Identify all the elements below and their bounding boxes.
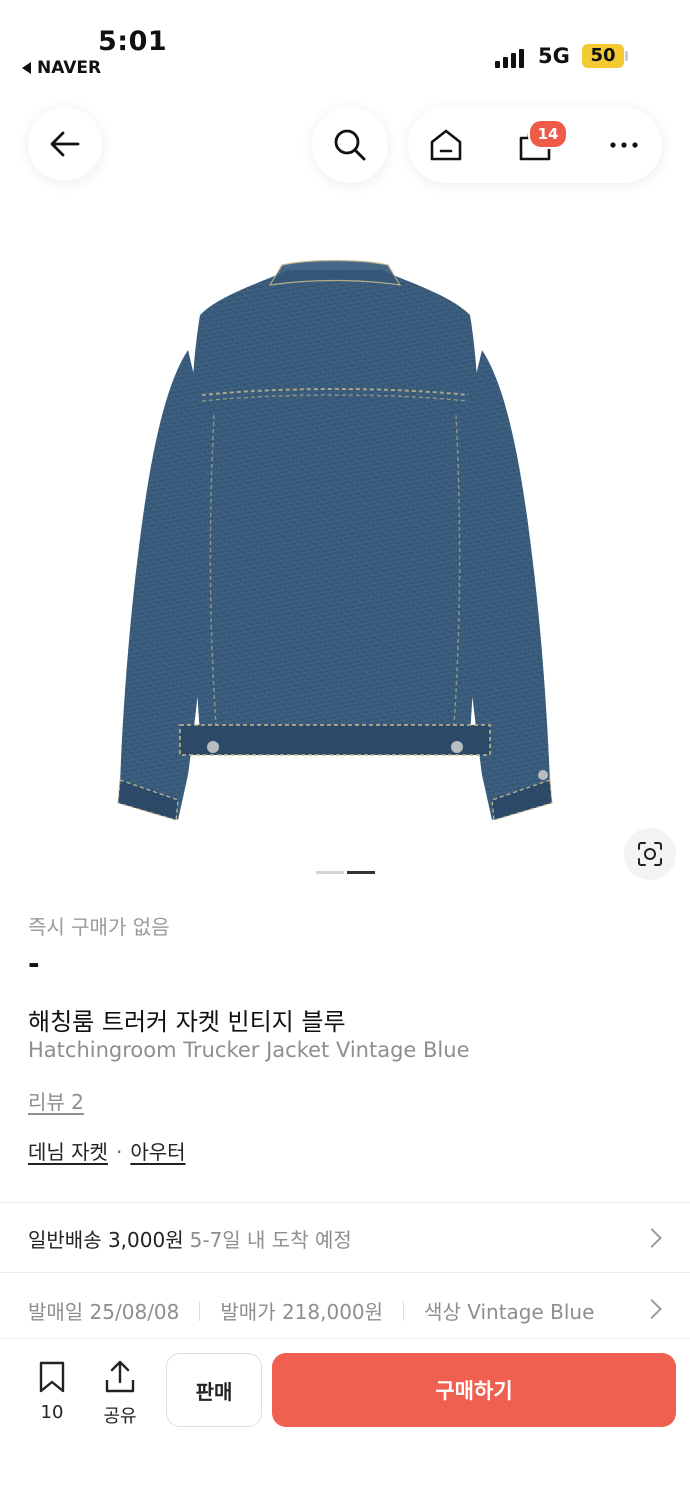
more-button[interactable] [586,107,662,183]
chevron-right-icon [642,1299,662,1319]
share-label: 공유 [103,1406,137,1427]
bookmark-button[interactable]: 10 [30,1360,74,1423]
shipping-label: 일반배송 3,000원 [28,1228,184,1252]
instant-buy-label: 즉시 구매가 없음 [28,915,170,939]
lens-icon [638,842,662,866]
more-icon [610,142,638,148]
status-time: 5:01 [98,26,168,57]
category-breadcrumb: 데님 자켓 · 아우터 [28,1136,186,1165]
product-color: 색상 Vintage Blue [424,1300,595,1324]
release-date: 발매일 25/08/08 [28,1300,180,1324]
image-search-button[interactable] [624,828,676,880]
home-icon [430,129,462,161]
back-arrow-icon [50,131,80,157]
category-separator: · [115,1140,123,1164]
chevron-right-icon [642,1228,662,1248]
back-app-label: NAVER [37,58,102,78]
share-icon [105,1360,135,1393]
meta-separator [199,1300,201,1321]
signal-icon [495,48,524,68]
battery-icon: 50 [582,44,624,68]
search-button[interactable] [312,107,388,183]
buy-button[interactable]: 구매하기 [272,1353,676,1427]
back-to-app-link[interactable]: NAVER [22,58,101,78]
product-meta-row[interactable]: 발매일 25/08/08 발매가 218,000원 색상 Vintage Blu… [28,1296,594,1325]
share-button[interactable]: 공유 [98,1360,142,1428]
meta-separator [403,1300,405,1321]
divider [0,1202,690,1203]
category-link-outer[interactable]: 아우터 [130,1140,185,1164]
price-value: - [28,947,40,980]
product-image[interactable] [110,255,560,830]
bookmark-count: 10 [40,1402,64,1423]
pager-dot-active [347,871,375,874]
battery-tip [625,51,628,61]
image-pager [316,871,375,874]
back-triangle-icon [22,62,31,74]
release-price: 발매가 218,000원 [220,1300,384,1324]
cart-count-badge: 14 [528,119,568,149]
review-link[interactable]: 리뷰 2 [28,1086,84,1115]
category-link-denim-jacket[interactable]: 데님 자켓 [28,1140,108,1164]
product-title-en: Hatchingroom Trucker Jacket Vintage Blue [28,1038,470,1062]
back-button[interactable] [28,107,102,181]
network-type: 5G [538,44,570,68]
sell-button[interactable]: 판매 [166,1353,262,1427]
bookmark-icon [39,1361,65,1393]
product-title: 해칭룸 트러커 자켓 빈티지 블루 [28,1008,346,1036]
pager-dot [316,871,344,874]
home-button[interactable] [408,107,484,183]
shipping-eta: 5-7일 내 도착 예정 [189,1228,352,1252]
search-icon [334,129,366,161]
shipping-row[interactable]: 일반배송 3,000원 5-7일 내 도착 예정 [28,1224,352,1253]
divider [0,1272,690,1273]
